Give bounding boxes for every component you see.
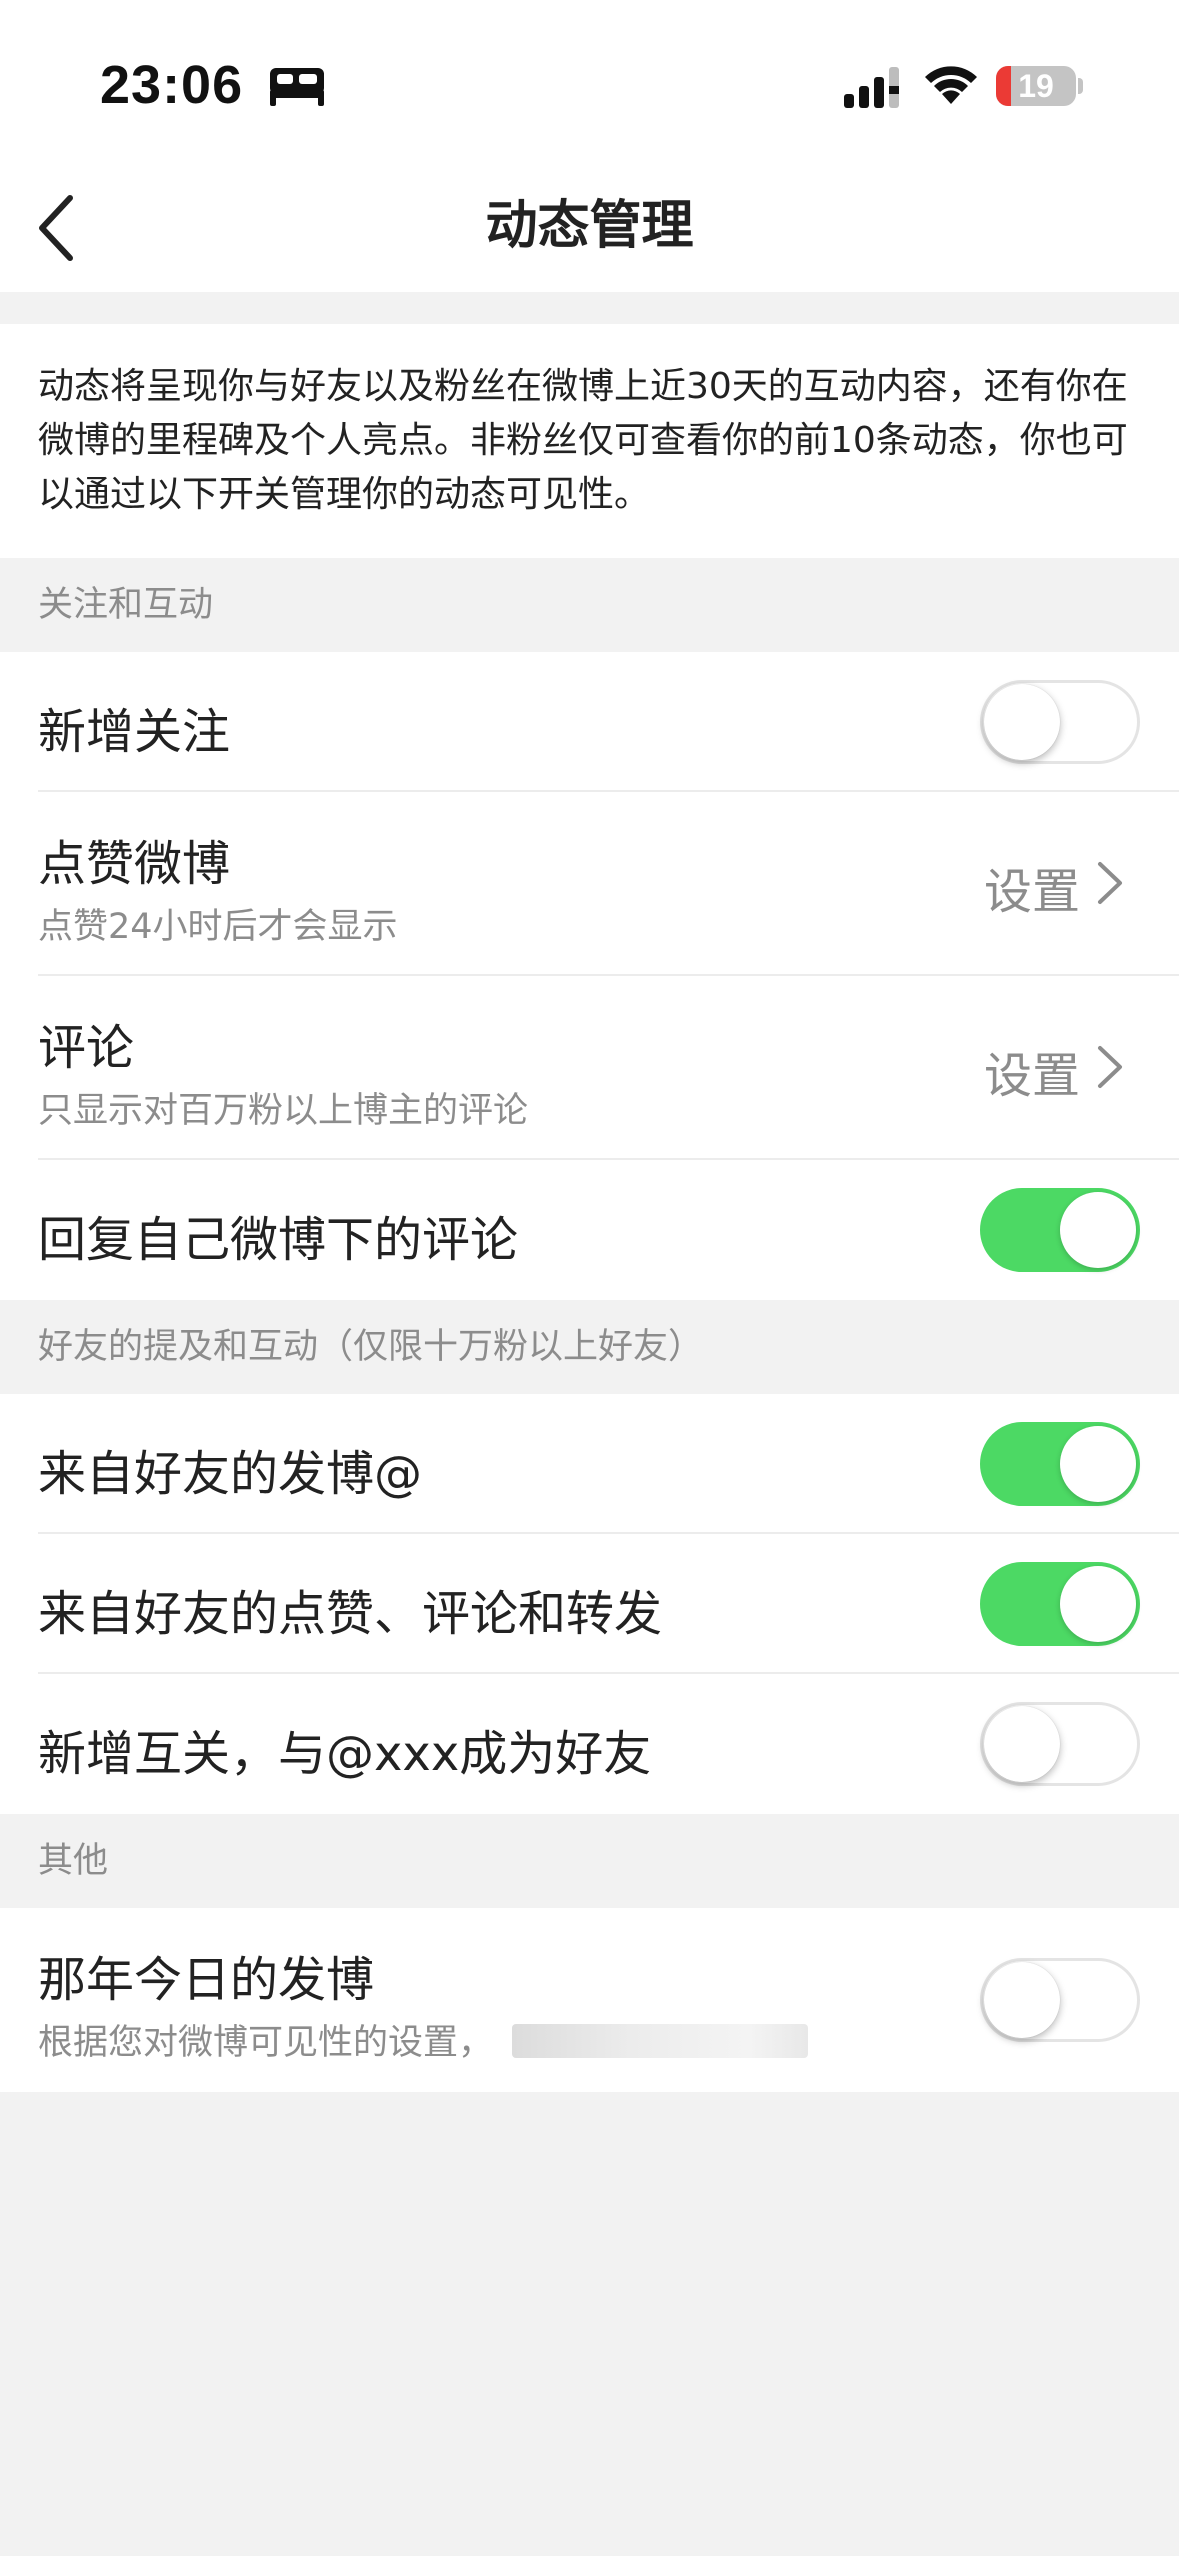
- battery-tip: [1078, 78, 1083, 94]
- cellular-signal-icon: [844, 67, 899, 108]
- battery-icon: 19: [996, 66, 1076, 106]
- toggle-knob: [984, 684, 1060, 760]
- setting-subtitle: 只显示对百万粉以上博主的评论: [38, 1091, 529, 1131]
- setting-title: 新增互关，与@xxx成为好友: [38, 1726, 652, 1782]
- setting-row-comments[interactable]: 评论 只显示对百万粉以上博主的评论 设置: [0, 976, 1179, 1160]
- setting-row-reply-own-comments: 回复自己微博下的评论: [0, 1160, 1179, 1300]
- setting-row-liked-weibo[interactable]: 点赞微博 点赞24小时后才会显示 设置: [0, 792, 1179, 976]
- setting-title: 点赞微博: [38, 836, 231, 892]
- setting-row-new-follow: 新增关注: [0, 652, 1179, 792]
- status-bar: 23:06 19: [0, 0, 1179, 160]
- setting-subtitle: 根据您对微博可见性的设置，: [38, 2023, 494, 2063]
- on-this-day-toggle[interactable]: [980, 1958, 1140, 2042]
- new-mutual-follow-toggle[interactable]: [980, 1702, 1140, 1786]
- liked-weibo-settings-link[interactable]: 设置: [984, 842, 1144, 922]
- setting-title: 来自好友的发博@: [38, 1446, 423, 1502]
- friend-interactions-toggle[interactable]: [980, 1562, 1140, 1646]
- settings-link-label: 设置: [984, 864, 1081, 920]
- reply-own-comments-toggle[interactable]: [980, 1188, 1140, 1272]
- setting-title: 来自好友的点赞、评论和转发: [38, 1586, 663, 1642]
- toggle-knob: [1060, 1192, 1136, 1268]
- settings-link-label: 设置: [984, 1048, 1081, 1104]
- navigation-bar: 动态管理: [0, 160, 1179, 292]
- setting-row-on-this-day: 那年今日的发博 根据您对微博可见性的设置，: [0, 1908, 1179, 2092]
- status-time: 23:06: [100, 55, 244, 115]
- wifi-icon: [925, 66, 977, 104]
- intro-description: 动态将呈现你与好友以及粉丝在微博上近30天的互动内容，还有你在微博的里程碑及个人…: [0, 324, 1179, 558]
- chevron-right-icon: [1098, 1046, 1122, 1088]
- chevron-left-icon: [39, 195, 73, 261]
- section-header-other: 其他: [38, 1841, 109, 1881]
- setting-subtitle: 点赞24小时后才会显示: [38, 907, 398, 947]
- new-follow-toggle[interactable]: [980, 680, 1140, 764]
- toggle-knob: [1060, 1426, 1136, 1502]
- section-header-follow-interaction: 关注和互动: [38, 585, 214, 625]
- setting-row-new-mutual-follow: 新增互关，与@xxx成为好友: [0, 1674, 1179, 1814]
- toggle-knob: [984, 1962, 1060, 2038]
- battery-percentage: 19: [1018, 68, 1054, 104]
- setting-title: 评论: [38, 1020, 135, 1076]
- chevron-right-icon: [1098, 862, 1122, 904]
- toggle-knob: [984, 1706, 1060, 1782]
- setting-row-friend-interactions: 来自好友的点赞、评论和转发: [0, 1534, 1179, 1674]
- setting-title: 那年今日的发博: [38, 1952, 375, 2008]
- friend-post-mentions-toggle[interactable]: [980, 1422, 1140, 1506]
- setting-title: 新增关注: [38, 704, 231, 760]
- setting-row-friend-post-mentions: 来自好友的发博@: [0, 1394, 1179, 1534]
- back-button[interactable]: [22, 188, 102, 268]
- toggle-knob: [1060, 1566, 1136, 1642]
- sleep-focus-icon: [270, 68, 324, 106]
- blurred-text: [512, 2024, 808, 2058]
- setting-title: 回复自己微博下的评论: [38, 1212, 519, 1268]
- page-title: 动态管理: [485, 196, 694, 256]
- section-header-friend-mentions: 好友的提及和互动（仅限十万粉以上好友）: [38, 1327, 704, 1367]
- comments-settings-link[interactable]: 设置: [984, 1026, 1144, 1106]
